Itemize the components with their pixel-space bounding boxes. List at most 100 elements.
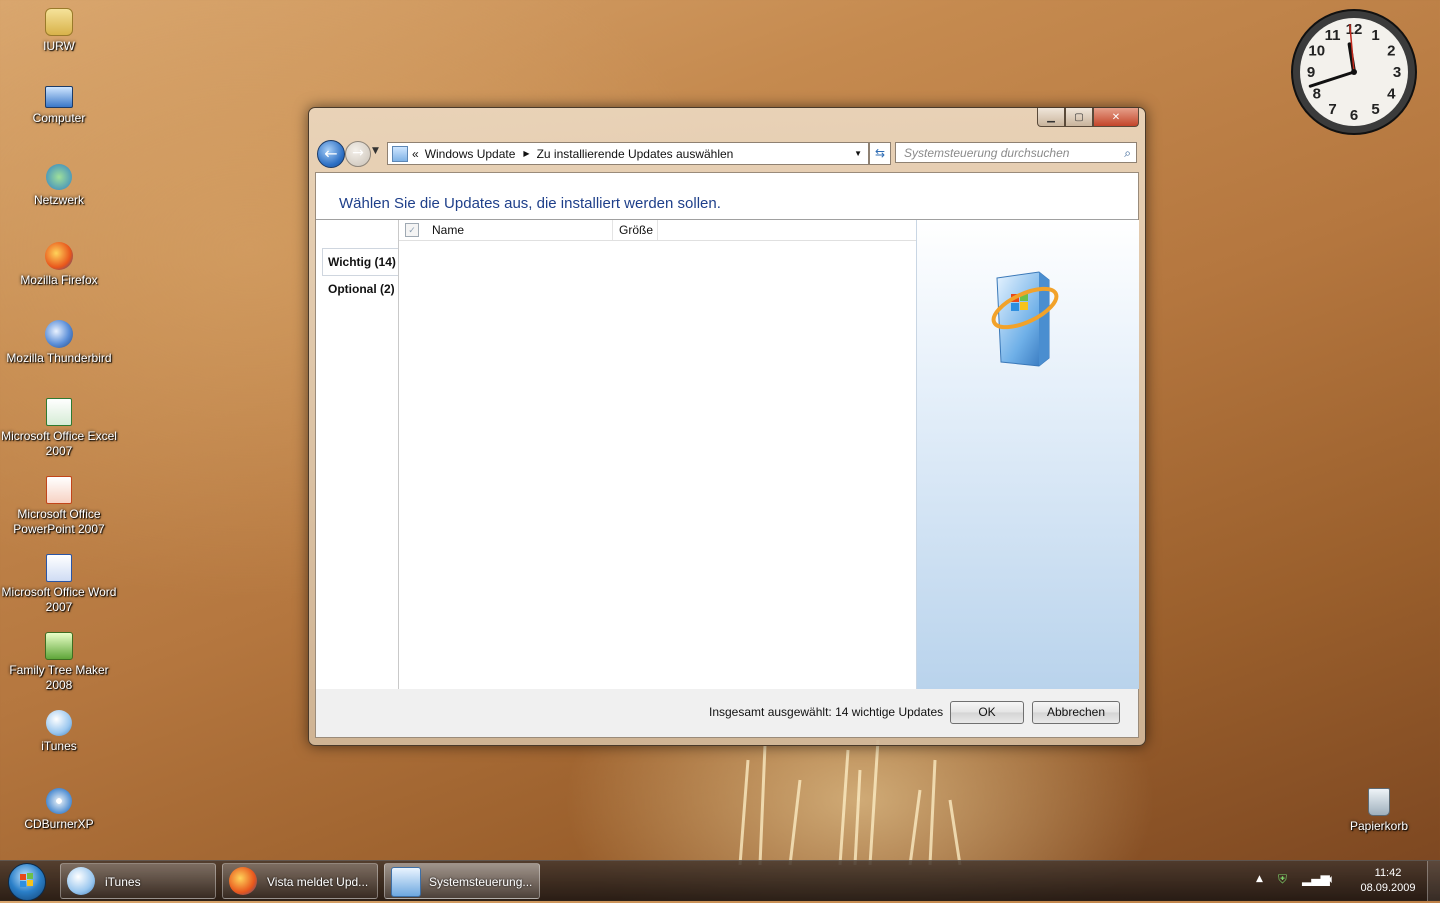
windows-update-logo-icon xyxy=(991,271,1059,367)
breadcrumb-overflow[interactable]: « xyxy=(412,147,419,161)
desktop-icon-computer[interactable]: Computer xyxy=(0,86,118,126)
word-icon xyxy=(46,554,72,582)
clock-time: 11:42 xyxy=(1374,867,1402,879)
taskbar-button-firefox[interactable]: Vista meldet Upd... xyxy=(222,863,378,899)
page-title: Wählen Sie die Updates aus, die installi… xyxy=(339,195,721,212)
caption-buttons: ▁ ▢ ✕ xyxy=(1037,108,1139,128)
excel-icon xyxy=(46,398,72,426)
clock-numeral: 6 xyxy=(1350,107,1358,124)
desktop-icon-label: CDBurnerXP xyxy=(24,817,94,831)
taskbar: iTunes Vista meldet Upd... Systemsteueru… xyxy=(0,860,1440,901)
column-header-size[interactable]: Größe xyxy=(612,220,658,240)
show-desktop-button[interactable] xyxy=(1427,861,1440,901)
desktop-icon-label: Papierkorb xyxy=(1349,819,1409,833)
desktop-icon-word[interactable]: Microsoft Office Word 2007 xyxy=(0,554,118,615)
taskbar-button-label: Vista meldet Upd... xyxy=(267,875,369,889)
control-panel-icon xyxy=(391,867,421,897)
desktop-icon-label: Computer xyxy=(32,111,86,125)
powerpoint-icon xyxy=(46,476,72,504)
desktop-icon-itunes[interactable]: iTunes xyxy=(0,710,118,754)
desktop-icon-excel[interactable]: Microsoft Office Excel 2007 xyxy=(0,398,118,459)
start-button[interactable] xyxy=(8,863,46,901)
desktop-icon-label: Mozilla Firefox xyxy=(20,273,98,287)
desktop-icon-label: iTunes xyxy=(41,739,77,753)
breadcrumb-separator-icon[interactable]: ▶ xyxy=(523,149,529,158)
clock-numeral: 3 xyxy=(1393,64,1401,81)
clock-numeral: 2 xyxy=(1387,43,1395,60)
desktop-icon-powerpoint[interactable]: Microsoft Office PowerPoint 2007 xyxy=(0,476,118,537)
clock-gadget[interactable]: 12 12 3 45678 9 1011 xyxy=(1290,8,1418,136)
desktop-icon-family-tree-maker[interactable]: Family Tree Maker 2008 xyxy=(0,632,118,693)
close-button[interactable]: ✕ xyxy=(1093,108,1139,127)
clock-numeral: 5 xyxy=(1371,101,1379,118)
desktop-icon-label: IURW xyxy=(43,39,75,53)
search-input[interactable]: Systemsteuerung durchsuchen ⌕ xyxy=(895,142,1137,163)
windows-update-tray-icon[interactable]: ⛨ xyxy=(1278,872,1287,887)
breadcrumb-windows-update[interactable]: Windows Update xyxy=(425,147,516,161)
desktop-icon-label: Mozilla Thunderbird xyxy=(6,351,112,365)
minimize-button[interactable]: ▁ xyxy=(1037,108,1065,127)
search-placeholder: Systemsteuerung durchsuchen xyxy=(904,146,1070,160)
back-button[interactable]: ← xyxy=(317,140,345,168)
forward-button[interactable]: → xyxy=(345,141,371,167)
tab-optional[interactable]: Optional (2) xyxy=(316,276,398,302)
desktop-icon-thunderbird[interactable]: Mozilla Thunderbird xyxy=(0,320,118,366)
cd-icon xyxy=(46,788,72,814)
clock-center-pin xyxy=(1351,69,1357,75)
forward-arrow-icon: → xyxy=(352,145,364,161)
clock-date: 08.09.2009 xyxy=(1360,882,1416,894)
network-icon xyxy=(46,164,72,190)
clock-numeral: 8 xyxy=(1313,86,1321,103)
system-clock[interactable]: 11:42 08.09.2009 xyxy=(1354,866,1422,896)
address-dropdown-icon[interactable]: ▼ xyxy=(854,149,862,158)
taskbar-button-control-panel[interactable]: Systemsteuerung... xyxy=(384,863,540,899)
desktop-icon-network[interactable]: Netzwerk xyxy=(0,164,118,208)
itunes-icon xyxy=(67,867,95,895)
family-tree-icon xyxy=(45,632,73,660)
clock-numeral: 12 xyxy=(1346,21,1363,38)
wallpaper-light-streaks xyxy=(738,740,962,865)
taskbar-button-label: iTunes xyxy=(105,875,141,889)
thunderbird-icon xyxy=(45,320,73,348)
footer-bar: Insgesamt ausgewählt: 14 wichtige Update… xyxy=(315,689,1139,738)
desktop-icon-firefox[interactable]: Mozilla Firefox xyxy=(0,242,118,288)
desktop-icon-cdburnerxp[interactable]: CDBurnerXP xyxy=(0,788,118,832)
select-all-checkbox[interactable]: ✓ xyxy=(405,223,419,237)
desktop-icon-label: Netzwerk xyxy=(33,193,84,207)
show-hidden-icons-icon[interactable]: ▲ xyxy=(1256,874,1263,884)
search-icon[interactable]: ⌕ xyxy=(1124,143,1131,164)
recent-pages-dropdown[interactable]: ▼ xyxy=(372,146,379,156)
content-pane: Wählen Sie die Updates aus, die installi… xyxy=(315,172,1139,690)
maximize-button[interactable]: ▢ xyxy=(1065,108,1093,127)
taskbar-button-label: Systemsteuerung... xyxy=(429,875,533,889)
recycle-bin-icon xyxy=(1368,788,1390,816)
clock-numeral: 9 xyxy=(1307,64,1315,81)
address-bar[interactable]: « Windows Update ▶ Zu installierende Upd… xyxy=(387,142,869,165)
refresh-button[interactable]: ⇆ xyxy=(869,142,891,165)
desktop-icon-label: Family Tree Maker 2008 xyxy=(9,663,109,692)
ok-button[interactable]: OK xyxy=(950,701,1024,724)
desktop-icon-iurw[interactable]: IURW xyxy=(0,8,118,54)
clock-numeral: 10 xyxy=(1308,43,1325,60)
windows-logo-icon xyxy=(20,873,33,887)
volume-icon[interactable]: 🔈︎ xyxy=(1328,872,1335,887)
taskbar-button-itunes[interactable]: iTunes xyxy=(60,863,216,899)
desktop-icon-label: Microsoft Office Word 2007 xyxy=(1,585,117,614)
desktop-icon-label: Microsoft Office PowerPoint 2007 xyxy=(13,507,105,536)
firefox-icon xyxy=(229,867,257,895)
network-signal-icon[interactable]: ▂▄▆ xyxy=(1302,872,1330,886)
itunes-icon xyxy=(46,710,72,736)
update-category-tabs: Wichtig (14) Optional (2) xyxy=(316,220,399,689)
firefox-icon xyxy=(45,242,73,270)
selection-summary: Insgesamt ausgewählt: 14 wichtige Update… xyxy=(709,705,944,719)
column-header-name[interactable]: Name xyxy=(432,223,612,237)
cancel-button[interactable]: Abbrechen xyxy=(1032,701,1120,724)
windows-update-window: ▁ ▢ ✕ ← → ▼ « Windows Update ▶ Zu instal… xyxy=(308,107,1146,746)
update-list[interactable]: ✓ Name Größe xyxy=(399,220,916,689)
clock-numeral: 4 xyxy=(1387,86,1396,103)
breadcrumb-select-updates[interactable]: Zu installierende Updates auswählen xyxy=(537,147,734,161)
desktop-icon-recycle-bin[interactable]: Papierkorb xyxy=(1320,788,1438,834)
navigation-bar: ← → ▼ « Windows Update ▶ Zu installieren… xyxy=(317,140,1139,168)
tab-important[interactable]: Wichtig (14) xyxy=(322,248,398,276)
details-panel xyxy=(916,220,1139,689)
